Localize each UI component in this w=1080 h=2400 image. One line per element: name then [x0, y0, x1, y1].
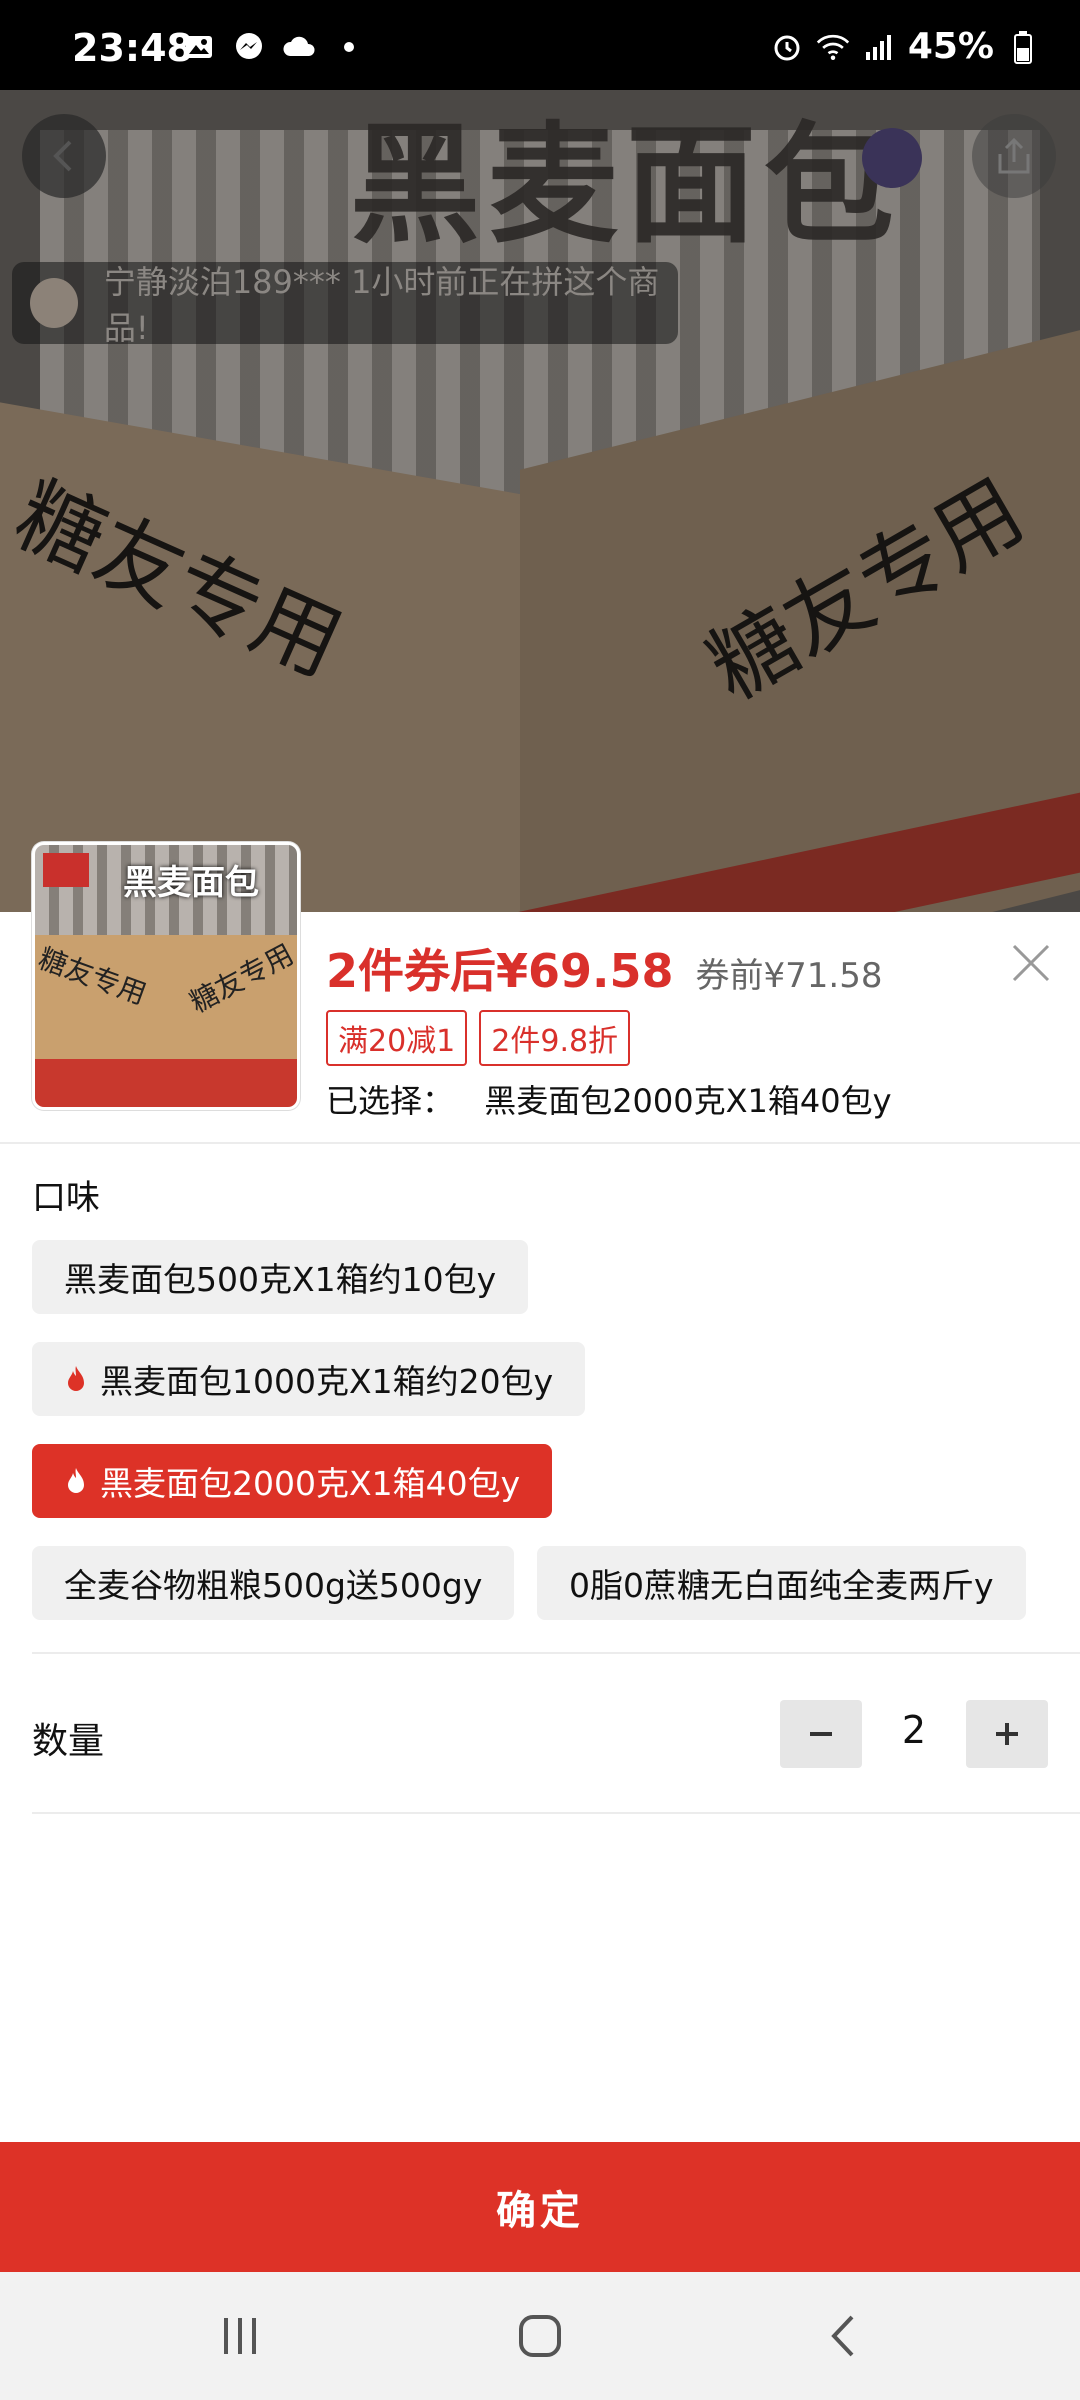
- image-icon: [182, 30, 216, 64]
- flame-icon: [68, 1468, 84, 1493]
- quantity-increase-button[interactable]: [966, 1700, 1048, 1768]
- close-icon: [1012, 944, 1050, 982]
- thumb-strip-graphic: [35, 1059, 297, 1107]
- battery-icon: [1006, 30, 1040, 64]
- promo-tag: 满20减1: [326, 1010, 468, 1066]
- option-zero-fat[interactable]: 0脂0蔗糖无白面纯全麦两斤y: [537, 1546, 1026, 1620]
- chevron-left-icon: [53, 140, 72, 172]
- system-back-button[interactable]: [814, 2306, 874, 2366]
- coupon-price: 2件券后¥69.58: [326, 944, 674, 998]
- back-button[interactable]: [22, 114, 106, 198]
- signal-icon: [862, 30, 896, 64]
- flavor-title: 口味: [32, 1178, 100, 1218]
- option-2000g-selected[interactable]: 黑麦面包2000克X1箱40包y: [32, 1444, 553, 1518]
- messenger-icon: [232, 30, 266, 64]
- home-icon: [519, 2315, 561, 2357]
- price-line: 2件券后¥69.58 券前¥71.58: [326, 935, 882, 1001]
- option-label: 0脂0蔗糖无白面纯全麦两斤y: [569, 1566, 994, 1605]
- promo-tag: 2件9.8折: [479, 1010, 631, 1066]
- battery-text: 45%: [907, 26, 994, 67]
- option-label: 黑麦面包1000克X1箱约20包y: [100, 1362, 554, 1401]
- divider: [0, 1142, 1080, 1144]
- live-purchase-banner: 宁静淡泊189*** 1小时前正在拼这个商品!: [12, 262, 678, 347]
- status-time: 23:48: [72, 26, 193, 70]
- confirm-button[interactable]: 确定: [0, 2142, 1080, 2272]
- minus-icon: [810, 1732, 832, 1736]
- plus-icon: [996, 1723, 1018, 1745]
- dot-icon: [332, 30, 366, 64]
- status-bar: 23:48 45%: [0, 0, 1080, 90]
- option-label: 黑麦面包500克X1箱约10包y: [64, 1260, 497, 1299]
- divider: [32, 1812, 1080, 1814]
- home-button[interactable]: [510, 2306, 570, 2366]
- selected-summary: 已选择： 黑麦面包2000克X1箱40包y: [326, 1076, 892, 1122]
- option-wholegrain[interactable]: 全麦谷物粗粮500g送500gy: [32, 1546, 515, 1620]
- promo-tags: 满20减1 2件9.8折: [326, 1010, 631, 1066]
- avatar: [30, 278, 78, 328]
- live-purchase-text: 宁静淡泊189*** 1小时前正在拼这个商品!: [103, 263, 660, 347]
- wifi-icon: [816, 30, 850, 64]
- quantity-decrease-button[interactable]: [780, 1700, 862, 1768]
- option-1000g[interactable]: 黑麦面包1000克X1箱约20包y: [32, 1342, 586, 1416]
- option-label: 黑麦面包2000克X1箱40包y: [100, 1464, 521, 1503]
- product-banner-title: 黑麦面包: [350, 109, 903, 261]
- original-price: 券前¥71.58: [695, 956, 883, 996]
- flame-icon: [68, 1366, 84, 1391]
- brand-logo: [43, 853, 89, 887]
- back-icon: [831, 2315, 854, 2357]
- cloud-icon: [282, 30, 316, 64]
- alarm-icon: [770, 30, 804, 64]
- thumbnail-title: 黑麦面包: [123, 863, 259, 903]
- option-500g[interactable]: 黑麦面包500克X1箱约10包y: [32, 1240, 529, 1314]
- divider: [32, 1652, 1080, 1654]
- system-nav-bar: [0, 2272, 1080, 2400]
- selected-label: 已选择：: [326, 1082, 455, 1120]
- recent-apps-icon: [224, 2318, 256, 2354]
- product-image: 黑麦面包 糖友专用 糖友专用: [0, 90, 1080, 912]
- share-button[interactable]: [972, 114, 1056, 198]
- product-thumbnail[interactable]: 黑麦面包 糖友专用 糖友专用: [32, 842, 300, 1110]
- selected-value: 黑麦面包2000克X1箱40包y: [484, 1082, 892, 1120]
- close-button[interactable]: [1006, 938, 1056, 988]
- recent-apps-button[interactable]: [210, 2306, 270, 2366]
- cart-icon[interactable]: [862, 128, 922, 188]
- share-icon: [998, 137, 1030, 174]
- quantity-label: 数量: [32, 1721, 105, 1762]
- option-label: 全麦谷物粗粮500g送500gy: [64, 1566, 483, 1605]
- quantity-value[interactable]: 2: [872, 1708, 956, 1752]
